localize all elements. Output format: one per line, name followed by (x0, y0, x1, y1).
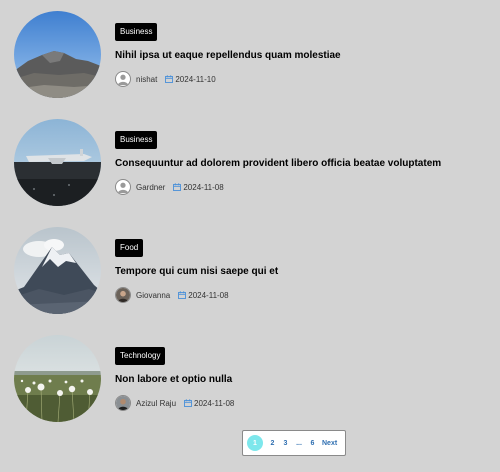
plane-wreck-image (14, 119, 101, 206)
post-title[interactable]: Nihil ipsa ut eaque repellendus quam mol… (115, 49, 490, 62)
mountain-image (14, 11, 101, 98)
post-title[interactable]: Non labore et optio nulla (115, 373, 490, 386)
pagination-ellipsis: ... (296, 439, 302, 447)
post-card: Business Nihil ipsa ut eaque repellendus… (14, 11, 494, 101)
author-avatar[interactable] (115, 71, 131, 87)
calendar-icon (173, 183, 182, 191)
author-name[interactable]: Giovanna (136, 291, 170, 300)
dandelion-field-image (14, 335, 101, 422)
category-tag[interactable]: Technology (115, 347, 166, 365)
category-tag[interactable]: Food (115, 239, 144, 257)
post-date-text: 2024-11-08 (188, 290, 229, 300)
category-tag[interactable]: Business (115, 131, 158, 149)
blog-post-list: Business Nihil ipsa ut eaque repellendus… (0, 0, 500, 472)
page-button-last[interactable]: 6 (306, 435, 319, 451)
author-avatar[interactable] (115, 179, 131, 195)
post-meta: Azizul Raju 2024-11-08 (115, 394, 490, 412)
calendar-icon (178, 291, 187, 299)
post-date-text: 2024-11-08 (183, 182, 224, 192)
post-meta: Giovanna 2024-11-08 (115, 286, 490, 304)
calendar-icon (165, 75, 174, 83)
post-meta: nishat 2024-11-10 (115, 70, 490, 88)
user-photo-icon (116, 288, 130, 302)
user-placeholder-icon (117, 182, 129, 194)
calendar-icon (184, 399, 192, 407)
post-date: 2024-11-08 (184, 399, 234, 408)
post-card: Food Tempore qui cum nisi saepe qui et G… (14, 227, 494, 317)
page-button[interactable]: 2 (266, 435, 279, 451)
post-thumbnail-dandelion-field[interactable] (14, 335, 101, 422)
post-title[interactable]: Tempore qui cum nisi saepe qui et (115, 265, 490, 278)
post-meta: Gardner 2024-11-08 (115, 178, 490, 196)
next-page-button[interactable]: Next (322, 435, 337, 451)
post-thumbnail-snow-peak[interactable] (14, 227, 101, 314)
author-name[interactable]: Gardner (136, 183, 165, 192)
snow-peak-image (14, 227, 101, 314)
page-button[interactable]: 3 (279, 435, 292, 451)
post-date: 2024-11-08 (173, 182, 224, 192)
author-name[interactable]: Azizul Raju (136, 399, 176, 408)
post-date-text: 2024-11-08 (194, 398, 235, 408)
post-date-text: 2024-11-10 (175, 74, 216, 84)
post-card: Business Consequuntur ad dolorem provide… (14, 119, 494, 209)
post-date: 2024-11-10 (165, 74, 216, 84)
post-card: Technology Non labore et optio nulla Azi… (14, 335, 494, 425)
post-date: 2024-11-08 (178, 290, 229, 300)
page-button-current[interactable]: 1 (247, 435, 263, 451)
post-thumbnail-plane-wreck[interactable] (14, 119, 101, 206)
post-title[interactable]: Consequuntur ad dolorem provident libero… (115, 157, 490, 170)
author-avatar[interactable] (115, 287, 131, 303)
author-name[interactable]: nishat (136, 75, 157, 84)
post-thumbnail-mountain[interactable] (14, 11, 101, 98)
pagination: 1 2 3 ... 6 Next (242, 430, 346, 456)
author-avatar[interactable] (115, 395, 131, 411)
user-photo-icon (116, 396, 130, 410)
category-tag[interactable]: Business (115, 23, 158, 41)
user-placeholder-icon (117, 74, 129, 86)
